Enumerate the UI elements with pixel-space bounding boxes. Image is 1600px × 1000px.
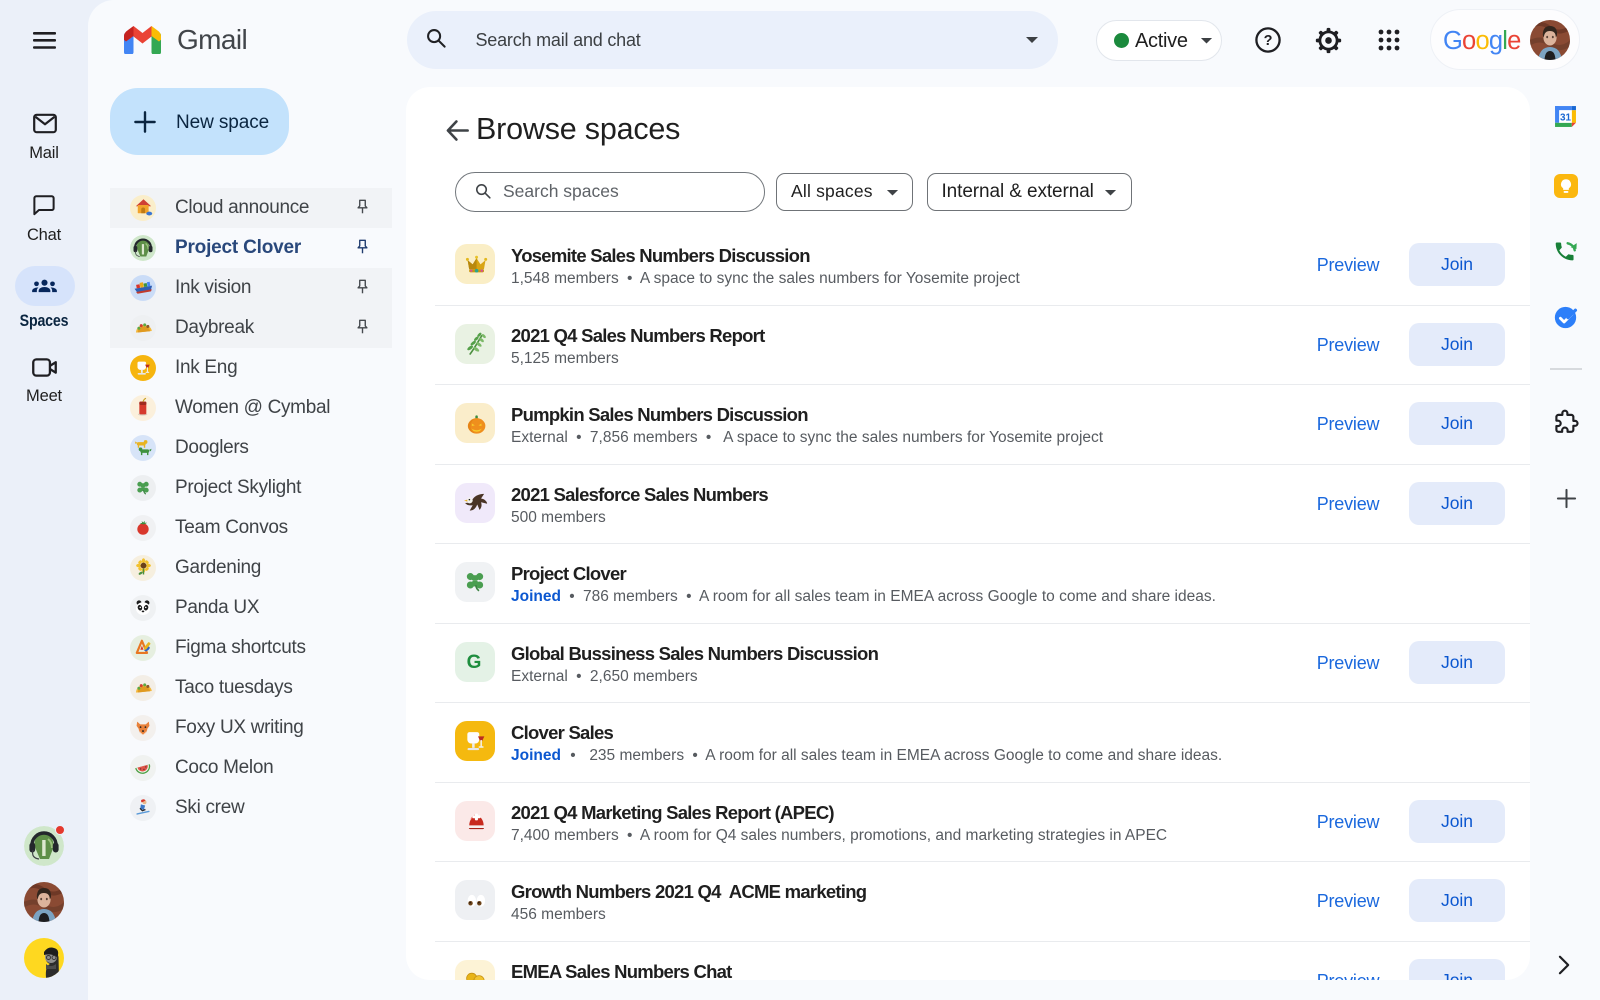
- svg-text:?: ?: [1264, 33, 1273, 49]
- svg-text:G: G: [467, 652, 482, 673]
- svg-text:31: 31: [1560, 112, 1572, 123]
